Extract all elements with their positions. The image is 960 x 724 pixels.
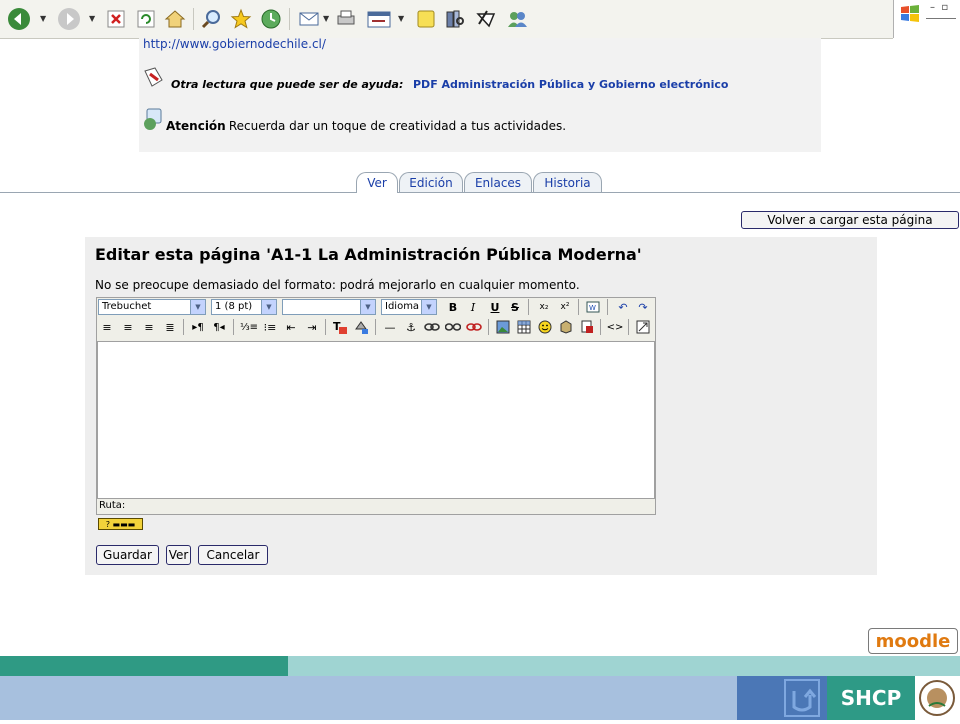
- insert-table-icon[interactable]: [515, 318, 533, 336]
- nolink-icon[interactable]: [465, 318, 483, 336]
- reading-link[interactable]: PDF Administración Pública y Gobierno el…: [413, 78, 728, 91]
- mail-dropdown-icon[interactable]: ▼: [323, 14, 331, 23]
- forward-dropdown-icon[interactable]: ▼: [89, 14, 97, 23]
- tab-divider: [0, 192, 960, 193]
- search-replace-icon[interactable]: [578, 318, 596, 336]
- indent-icon[interactable]: ⇥: [303, 318, 321, 336]
- underline-icon[interactable]: U: [486, 298, 504, 316]
- language-select-value: Idioma: [385, 301, 420, 312]
- print-icon[interactable]: [333, 6, 359, 32]
- back-dropdown-icon[interactable]: ▼: [40, 14, 48, 23]
- strikethrough-icon[interactable]: S: [506, 298, 524, 316]
- edit-note: No se preocupe demasiado del formato: po…: [95, 278, 580, 292]
- chevron-down-icon: ▼: [421, 300, 436, 314]
- help-icon[interactable]: ? ▬▬▬: [98, 518, 143, 530]
- windows-logo-icon: [901, 5, 919, 22]
- link-icon[interactable]: [423, 318, 441, 336]
- stop-icon[interactable]: [103, 6, 129, 32]
- edit-icon[interactable]: [366, 6, 392, 32]
- gobierno-link[interactable]: http://www.gobiernodechile.cl/: [143, 37, 326, 51]
- mexico-seal-icon: [915, 676, 960, 720]
- moodle-logo-text: moodle: [875, 630, 951, 652]
- bold-icon[interactable]: B: [444, 298, 462, 316]
- edit-page-title: Editar esta página 'A1-1 La Administraci…: [95, 245, 642, 264]
- minimize-icon[interactable]: – ▫: [930, 2, 948, 13]
- windows-logo-area: – ▫: [893, 0, 960, 38]
- save-button[interactable]: Guardar: [96, 545, 159, 565]
- clean-word-icon[interactable]: W: [584, 298, 602, 316]
- font-select[interactable]: Trebuchet ▼: [98, 299, 206, 315]
- back-icon[interactable]: [6, 6, 32, 32]
- language-select[interactable]: Idioma ▼: [381, 299, 437, 315]
- edit-dropdown-icon[interactable]: ▼: [398, 14, 406, 23]
- italic-icon[interactable]: I: [464, 298, 482, 316]
- search-icon[interactable]: [198, 6, 224, 32]
- messenger-icon[interactable]: [473, 6, 499, 32]
- return-button[interactable]: [737, 676, 827, 720]
- redo-icon[interactable]: ↷: [634, 298, 652, 316]
- forward-icon[interactable]: [56, 6, 82, 32]
- favorites-icon[interactable]: [228, 6, 254, 32]
- style-select[interactable]: ▼: [282, 299, 376, 315]
- shcp-logo: SHCP: [827, 676, 915, 720]
- superscript-icon[interactable]: x²: [556, 298, 574, 316]
- view-button[interactable]: Ver: [166, 545, 191, 565]
- reload-page-button[interactable]: Volver a cargar esta página: [741, 211, 959, 229]
- rtl-icon[interactable]: ¶◂: [210, 318, 228, 336]
- tab-ver[interactable]: Ver: [356, 172, 398, 193]
- html-source-icon[interactable]: <>: [606, 318, 624, 336]
- research-icon[interactable]: [442, 6, 468, 32]
- unlink-icon[interactable]: [444, 318, 462, 336]
- footer-bar-dark: [0, 656, 288, 676]
- font-select-value: Trebuchet: [102, 301, 152, 312]
- reading-icon: [142, 66, 166, 94]
- ordered-list-icon[interactable]: ⅓≡: [240, 318, 258, 336]
- footer-bar-light: [288, 656, 960, 676]
- size-select[interactable]: 1 (8 pt) ▼: [211, 299, 277, 315]
- tab-enlaces[interactable]: Enlaces: [464, 172, 532, 192]
- outdent-icon[interactable]: ⇤: [282, 318, 300, 336]
- cancel-button[interactable]: Cancelar: [198, 545, 268, 565]
- anchor-icon[interactable]: ⚓: [402, 318, 420, 336]
- align-left-icon[interactable]: ≡: [98, 318, 116, 336]
- subscript-icon[interactable]: x₂: [535, 298, 553, 316]
- history-icon[interactable]: [258, 6, 284, 32]
- mail-icon[interactable]: [296, 6, 322, 32]
- ltr-icon[interactable]: ▸¶: [189, 318, 207, 336]
- attention-label: Atención: [166, 119, 226, 133]
- svg-text:W: W: [589, 304, 596, 312]
- text-color-icon[interactable]: T: [331, 318, 349, 336]
- tab-edicion[interactable]: Edición: [399, 172, 463, 192]
- attention-text: : Recuerda dar un toque de creatividad a…: [221, 119, 567, 133]
- editor-path: Ruta:: [99, 500, 126, 511]
- align-right-icon[interactable]: ≡: [140, 318, 158, 336]
- reading-label: Otra lectura que puede ser de ayuda:: [171, 78, 404, 91]
- tab-historia[interactable]: Historia: [533, 172, 602, 192]
- chevron-down-icon: ▼: [190, 300, 205, 314]
- browser-toolbar: ▼ ▼ ▼ ▼: [0, 0, 893, 39]
- return-icon: [784, 679, 820, 717]
- horizontal-rule-icon[interactable]: —: [381, 318, 399, 336]
- justify-icon[interactable]: ≣: [161, 318, 179, 336]
- special-char-icon[interactable]: [557, 318, 575, 336]
- msn-icon[interactable]: [504, 6, 530, 32]
- moodle-logo[interactable]: moodle: [868, 628, 958, 654]
- chevron-down-icon: ▼: [261, 300, 276, 314]
- fullscreen-icon[interactable]: [634, 318, 652, 336]
- refresh-icon[interactable]: [133, 6, 159, 32]
- insert-image-icon[interactable]: [494, 318, 512, 336]
- editor-textarea[interactable]: [97, 341, 655, 499]
- size-select-value: 1 (8 pt): [215, 301, 253, 312]
- undo-icon[interactable]: ↶: [614, 298, 632, 316]
- discuss-icon[interactable]: [413, 6, 439, 32]
- chevron-down-icon: ▼: [360, 300, 375, 314]
- background-color-icon[interactable]: [352, 318, 370, 336]
- smiley-icon[interactable]: [536, 318, 554, 336]
- align-center-icon[interactable]: ≡: [119, 318, 137, 336]
- unordered-list-icon[interactable]: ⁝≡: [261, 318, 279, 336]
- content-box: [139, 38, 821, 152]
- home-icon[interactable]: [162, 6, 188, 32]
- attention-icon: [142, 107, 166, 135]
